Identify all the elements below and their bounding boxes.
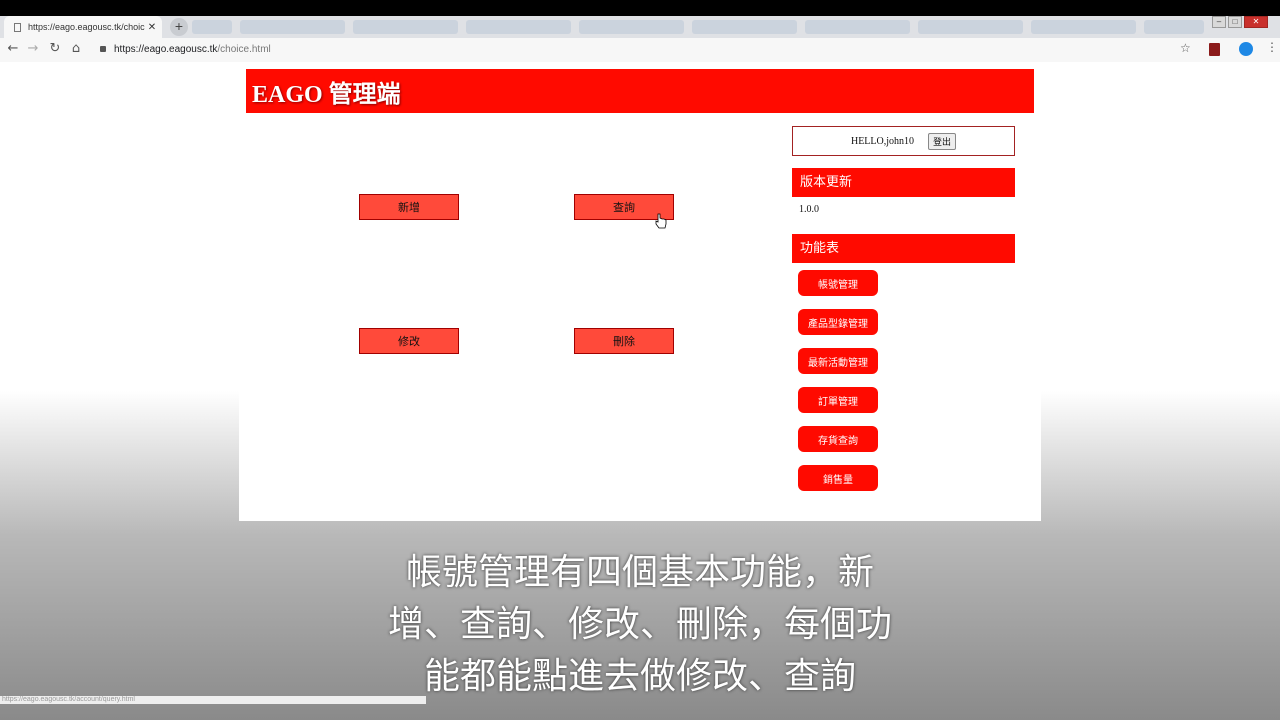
profile-avatar-icon[interactable]	[1239, 42, 1253, 56]
tab-title: https://eago.eagousc.tk/choic	[28, 22, 145, 32]
screen-top-bar	[0, 0, 1280, 16]
add-button[interactable]: 新增	[359, 194, 459, 220]
version-number: 1.0.0	[799, 204, 819, 215]
close-window-icon[interactable]: ✕	[1244, 16, 1268, 28]
menu-item-account-management[interactable]: 帳號管理	[798, 270, 878, 296]
browser-tab-strip: https://eago.eagousc.tk/choic ✕ + – □ ✕	[0, 16, 1280, 38]
background-tab[interactable]	[579, 20, 684, 34]
hand-cursor-icon	[655, 213, 667, 229]
subtitle-line: 增、查詢、修改、刪除，每個功	[387, 604, 892, 645]
page-header: EAGO 管理端	[246, 69, 1034, 113]
maximize-window-icon[interactable]: □	[1228, 16, 1242, 28]
menu-item-inventory-query[interactable]: 存貨查詢	[798, 426, 878, 452]
menu-item-latest-events[interactable]: 最新活動管理	[798, 348, 878, 374]
background-tab[interactable]	[353, 20, 458, 34]
page-viewport: EAGO 管理端 新增 查詢 修改 刪除 HELLO,john10 登出 版本更…	[0, 62, 1280, 720]
delete-button[interactable]: 刪除	[574, 328, 674, 354]
user-info-box: HELLO,john10 登出	[792, 126, 1015, 156]
edit-button[interactable]: 修改	[359, 328, 459, 354]
home-icon[interactable]: ⌂	[67, 41, 85, 59]
page-icon	[14, 22, 21, 32]
background-tab[interactable]	[466, 20, 571, 34]
pdf-extension-icon[interactable]	[1209, 43, 1220, 56]
admin-page: EAGO 管理端 新增 查詢 修改 刪除 HELLO,john10 登出 版本更…	[239, 62, 1041, 521]
menu-item-order-management[interactable]: 訂單管理	[798, 387, 878, 413]
menu-item-sales-volume[interactable]: 銷售量	[798, 465, 878, 491]
lock-icon	[100, 46, 106, 52]
subtitle-line: 帳號管理有四個基本功能，新	[405, 552, 874, 593]
background-tab[interactable]	[805, 20, 910, 34]
version-section-header: 版本更新	[792, 168, 1015, 197]
browser-tab-active[interactable]: https://eago.eagousc.tk/choic ✕	[4, 16, 162, 38]
tab-close-icon[interactable]: ✕	[146, 22, 158, 33]
background-tab[interactable]	[692, 20, 797, 34]
url-path: /choice.html	[217, 44, 271, 55]
new-tab-button[interactable]: +	[170, 18, 188, 36]
status-bar-link: https://eago.eagousc.tk/account/query.ht…	[0, 696, 426, 704]
page-title: EAGO 管理端	[252, 81, 401, 108]
background-tab[interactable]	[192, 20, 232, 34]
minimize-window-icon[interactable]: –	[1212, 16, 1226, 28]
background-tab[interactable]	[1144, 20, 1204, 34]
background-tab[interactable]	[240, 20, 345, 34]
menu-section-header: 功能表	[792, 234, 1015, 263]
subtitle-line: 能都能點進去做修改、查詢	[423, 656, 856, 697]
background-tab[interactable]	[1031, 20, 1136, 34]
menu-item-product-catalog[interactable]: 產品型錄管理	[798, 309, 878, 335]
browser-menu-icon[interactable]: ⋮	[1266, 40, 1278, 54]
user-greeting: HELLO,john10	[850, 135, 915, 147]
url-field[interactable]: https://eago.eagousc.tk/choice.html	[92, 40, 1192, 60]
forward-arrow-icon[interactable]: →	[24, 41, 42, 59]
background-tab[interactable]	[918, 20, 1023, 34]
back-arrow-icon[interactable]: ←	[4, 41, 22, 59]
reload-icon[interactable]: ↻	[46, 41, 64, 59]
address-bar: ← → ↻ ⌂ https://eago.eagousc.tk/choice.h…	[0, 38, 1280, 63]
url-host: https://eago.eagousc.tk	[114, 44, 218, 55]
logout-button[interactable]: 登出	[928, 132, 957, 150]
video-subtitle: 帳號管理有四個基本功能，新 增、查詢、修改、刪除，每個功 能都能點進去做修改、查…	[340, 547, 940, 703]
bookmark-star-icon[interactable]: ☆	[1180, 41, 1191, 55]
